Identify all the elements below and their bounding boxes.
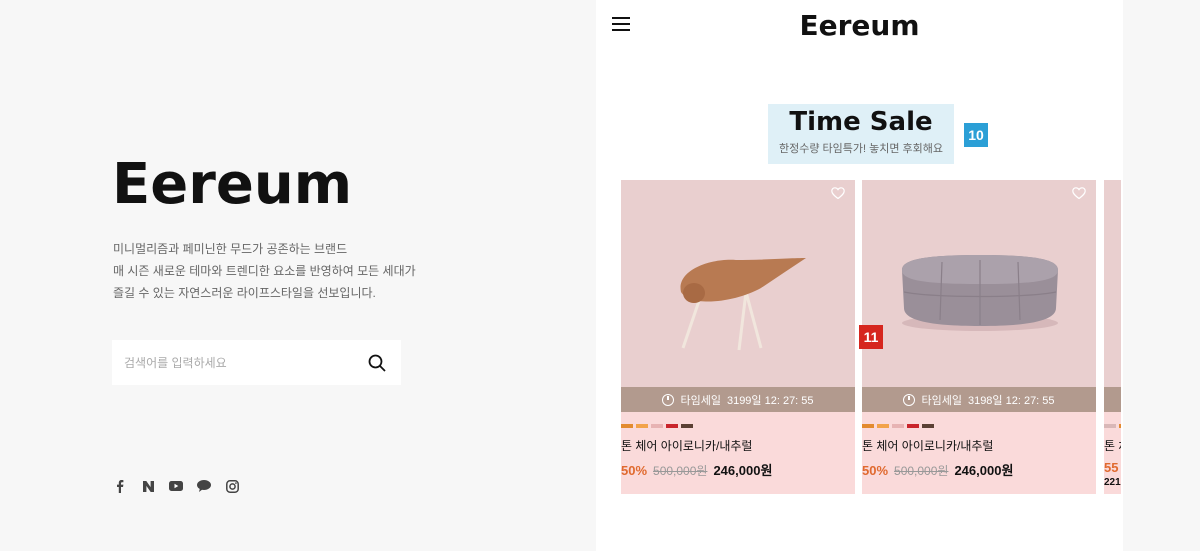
annotation-badge: 11 [859, 325, 883, 349]
time-sale-timer: 타임세일 3198일 12: 27: 55 [862, 387, 1096, 412]
heart-icon[interactable] [1072, 186, 1088, 202]
timer-label: 타임세일 [921, 394, 962, 407]
annotation-badge: 10 [964, 123, 988, 147]
description-line: 매 시즌 새로운 테마와 트렌디한 요소를 반영하여 모든 세대가 [113, 264, 416, 278]
clock-icon [662, 393, 675, 406]
brand-logo: Eereum [112, 152, 353, 217]
search-icon[interactable] [365, 351, 389, 375]
mobile-preview: Eereum Time Sale 한정수량 타임특가! 놓치면 후회해요 10 [596, 0, 1123, 551]
discount-rate: 50% [621, 463, 648, 478]
timer-value: 3199일 12: 27: 55 [726, 394, 814, 407]
timer-label: 타임세일 [680, 394, 721, 407]
product-image: 타임세일 3198일 12: 27: 55 [862, 180, 1096, 412]
color-swatches [621, 424, 855, 428]
social-links [113, 479, 239, 493]
description-line: 미니멀리즘과 페미닌한 무드가 공존하는 브랜드 [113, 242, 348, 256]
time-sale-heading: Time Sale 한정수량 타임특가! 놓치면 후회해요 [768, 104, 954, 164]
product-image [1104, 180, 1121, 412]
facebook-icon[interactable] [113, 479, 127, 493]
hamburger-icon[interactable] [612, 17, 630, 33]
product-card[interactable]: 타임세일 3198일 12: 27: 55 톤 체어 아이로니카/내추럴 50%… [862, 180, 1096, 494]
mobile-header: Eereum [596, 0, 1123, 50]
sale-price: 221 [1104, 477, 1121, 488]
product-name[interactable]: 톤 체어 아이로니카/내추럴 [862, 437, 1096, 454]
instagram-icon[interactable] [225, 479, 239, 493]
youtube-icon[interactable] [169, 479, 183, 493]
color-swatches [862, 424, 1096, 428]
product-price: 50% 500,000원 246,000원 [862, 460, 1096, 479]
timer-value: 3198일 12: 27: 55 [967, 394, 1055, 407]
product-price: 55 [1104, 460, 1121, 475]
time-sale-subtitle: 한정수량 타임특가! 놓치면 후회해요 [778, 143, 944, 155]
original-price: 500,000원 [894, 464, 949, 478]
sale-price: 246,000원 [713, 463, 773, 478]
clock-icon [903, 393, 916, 406]
product-card[interactable]: 톤 체 55 221 [1104, 180, 1121, 494]
product-name[interactable]: 톤 체 [1104, 437, 1121, 454]
description-line: 즐길 수 있는 자연스러운 라이프스타일을 선보입니다. [113, 286, 376, 300]
original-price: 500,000원 [653, 464, 708, 478]
time-sale-timer [1104, 387, 1121, 412]
time-sale-title: Time Sale [789, 107, 933, 137]
color-swatches [1104, 424, 1121, 428]
brand-description: 미니멀리즘과 페미닌한 무드가 공존하는 브랜드 매 시즌 새로운 테마와 트렌… [113, 238, 416, 304]
product-card[interactable]: 타임세일 3199일 12: 27: 55 톤 체어 아이로니카/내추럴 50%… [621, 180, 855, 494]
heart-icon[interactable] [831, 186, 847, 202]
product-image: 타임세일 3199일 12: 27: 55 [621, 180, 855, 412]
naver-icon[interactable] [141, 479, 155, 493]
product-name[interactable]: 톤 체어 아이로니카/내추럴 [621, 437, 855, 454]
search-box [112, 340, 401, 385]
sale-price: 246,000원 [954, 463, 1014, 478]
time-sale-timer: 타임세일 3199일 12: 27: 55 [621, 387, 855, 412]
product-price: 50% 500,000원 246,000원 [621, 460, 855, 479]
discount-rate: 50% [862, 463, 889, 478]
talk-icon[interactable] [197, 479, 211, 493]
search-input[interactable] [124, 355, 365, 370]
discount-rate: 55 [1104, 460, 1119, 475]
mobile-logo[interactable]: Eereum [799, 9, 919, 42]
